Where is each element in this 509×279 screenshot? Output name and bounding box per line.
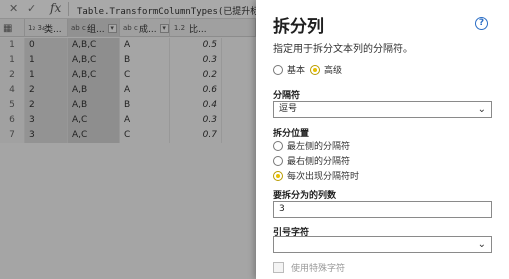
help-icon[interactable]: ?	[475, 17, 488, 30]
split-each-occurrence-radio[interactable]: 每次出现分隔符时	[273, 169, 359, 182]
num-columns-label: 要拆分为的列数	[273, 191, 337, 201]
radio-selected-icon[interactable]	[273, 170, 283, 181]
radio-selected-icon[interactable]	[310, 64, 320, 75]
split-at-label: 拆分位置	[273, 129, 310, 139]
radio-unselected-icon[interactable]	[273, 64, 283, 75]
dialog-title: 拆分列	[273, 17, 324, 37]
quote-char-select[interactable]: ⌄	[273, 236, 492, 253]
mode-advanced-radio[interactable]: 高级	[310, 63, 342, 76]
chevron-down-icon[interactable]: ⌄	[478, 237, 486, 252]
delimiter-label: 分隔符	[273, 91, 301, 101]
split-column-dialog: 拆分列 ? 指定用于拆分文本列的分隔符。 基本 高级 分隔符 逗号 ⌄ 拆分位置…	[256, 0, 509, 279]
mode-basic-radio[interactable]: 基本	[273, 63, 305, 76]
split-leftmost-radio[interactable]: 最左侧的分隔符	[273, 139, 350, 152]
radio-unselected-icon[interactable]	[273, 155, 283, 166]
num-columns-input[interactable]: 3	[273, 201, 492, 218]
checkbox-icon[interactable]	[273, 262, 284, 273]
radio-unselected-icon[interactable]	[273, 140, 283, 151]
special-chars-checkbox[interactable]: 使用特殊字符	[273, 261, 345, 274]
split-rightmost-radio[interactable]: 最右侧的分隔符	[273, 154, 350, 167]
delimiter-select[interactable]: 逗号 ⌄	[273, 101, 492, 118]
dialog-subtitle: 指定用于拆分文本列的分隔符。	[273, 44, 413, 55]
chevron-down-icon[interactable]: ⌄	[478, 102, 486, 117]
